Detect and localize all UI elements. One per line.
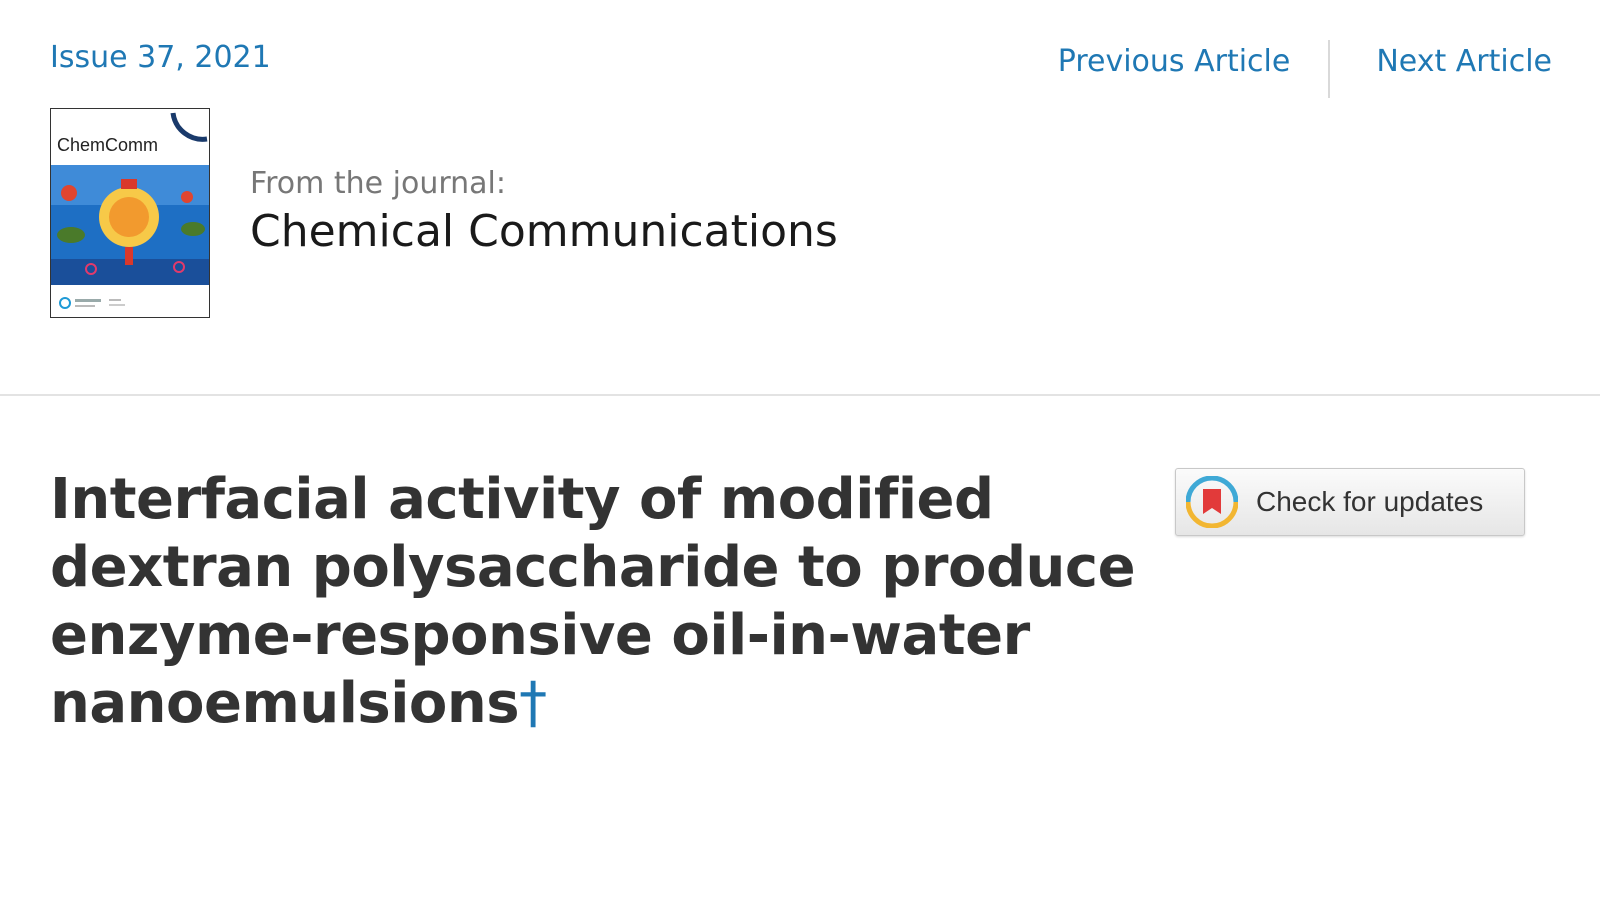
article-navigation: Previous Article Next Article xyxy=(1058,40,1552,98)
check-for-updates-button[interactable]: Check for updates xyxy=(1175,468,1525,536)
journal-cover-illustration: ChemComm xyxy=(51,109,209,317)
article-title-text: Interfacial activity of modified dextran… xyxy=(50,467,1136,736)
article-page: Issue 37, 2021 Previous Article Next Art… xyxy=(0,0,1600,900)
previous-article-link[interactable]: Previous Article xyxy=(1058,40,1291,79)
cover-title: ChemComm xyxy=(57,135,158,155)
nav-divider xyxy=(1328,40,1331,98)
article-title: Interfacial activity of modified dextran… xyxy=(50,466,1140,738)
crossmark-bookmark-icon xyxy=(1186,476,1238,528)
issue-link[interactable]: Issue 37, 2021 xyxy=(50,40,271,75)
footnote-dagger-link[interactable]: † xyxy=(519,671,547,736)
journal-name-link[interactable]: Chemical Communications xyxy=(250,206,838,257)
check-for-updates-label: Check for updates xyxy=(1256,486,1484,517)
section-divider xyxy=(0,394,1600,396)
journal-cover-image[interactable]: ChemComm xyxy=(50,108,210,318)
next-article-link[interactable]: Next Article xyxy=(1376,40,1552,79)
journal-from-label: From the journal: xyxy=(250,166,506,201)
